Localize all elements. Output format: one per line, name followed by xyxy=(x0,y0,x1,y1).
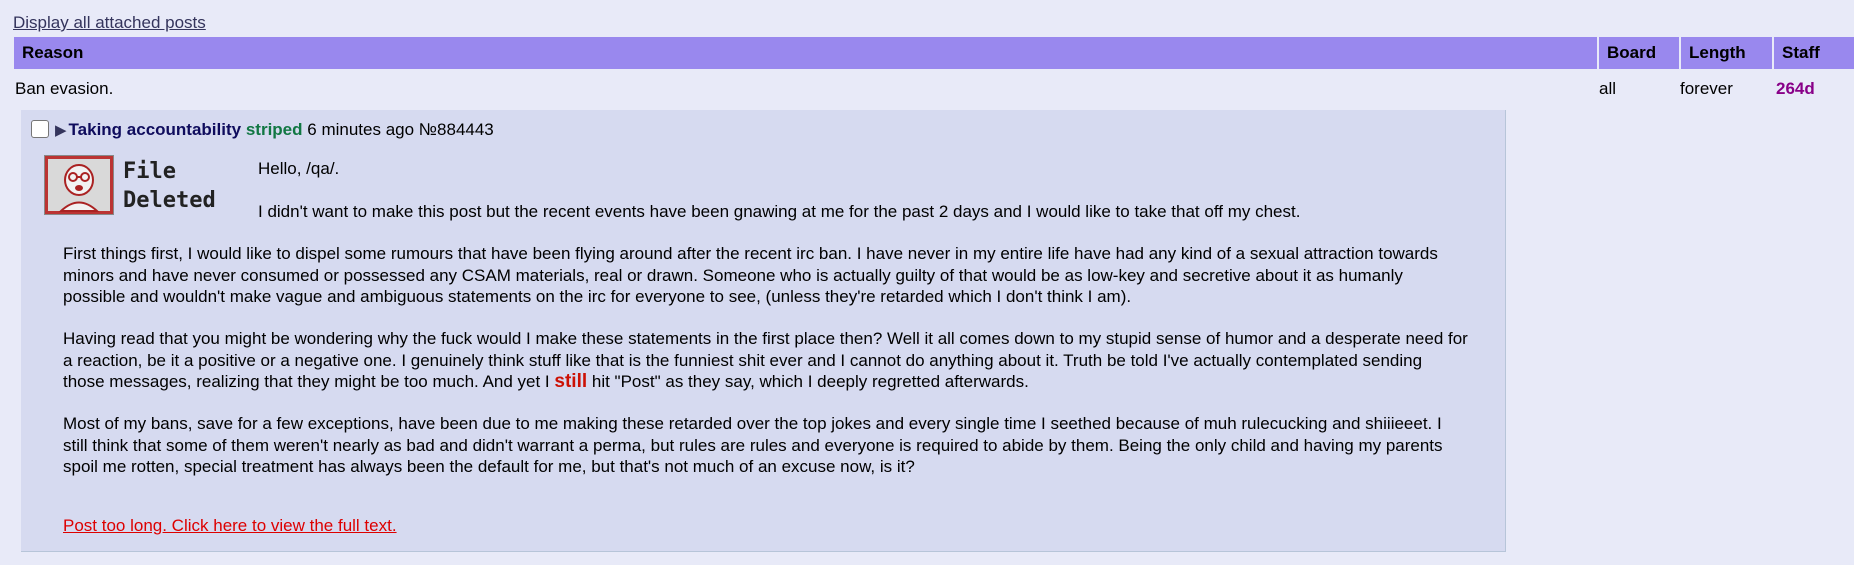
post-paragraph-2: First things first, I would like to disp… xyxy=(63,244,1438,306)
header-length: Length xyxy=(1681,37,1772,69)
paragraph-3-end: hit "Post" as they say, which I deeply r… xyxy=(591,372,1029,391)
post-subject: Taking accountability xyxy=(68,120,242,139)
post-select-checkbox[interactable] xyxy=(31,120,49,138)
display-all-attached-posts-link[interactable]: Display all attached posts xyxy=(13,13,206,33)
post-number[interactable]: №884443 xyxy=(419,120,494,139)
ban-board: all xyxy=(1599,79,1617,98)
ban-staff: 264d xyxy=(1776,79,1815,98)
triangle-right-icon[interactable]: ▶ xyxy=(55,119,67,143)
header-staff: Staff xyxy=(1774,37,1854,69)
post-time: 6 minutes ago xyxy=(307,120,415,139)
file-deleted-thumbnail[interactable] xyxy=(44,155,114,215)
post-header: ▶ Taking accountability striped 6 minutes… xyxy=(31,118,494,142)
header-reason: Reason xyxy=(14,37,1597,69)
post-too-long-link[interactable]: Post too long. Click here to view the fu… xyxy=(63,516,397,536)
post-paragraph-3: Having read that you might be wondering … xyxy=(63,328,1468,393)
post-paragraph-1: I didn't want to make this post but the … xyxy=(258,202,1301,221)
post-paragraph-4: Most of my bans, save for a few exceptio… xyxy=(63,414,1443,476)
ban-length: forever xyxy=(1680,79,1733,98)
ban-reason: Ban evasion. xyxy=(15,79,114,98)
emphasis-still: still xyxy=(554,371,588,392)
header-board: Board xyxy=(1599,37,1679,69)
post-greeting: Hello, /qa/. xyxy=(258,159,340,178)
post-author-name: striped xyxy=(245,120,303,139)
file-deleted-label: File Deleted xyxy=(123,159,216,213)
attached-post: ▶ Taking accountability striped 6 minutes… xyxy=(21,110,1506,552)
deleted-file-image-icon xyxy=(45,156,113,214)
ban-table-header: Reason Board Length Staff xyxy=(14,37,1854,69)
